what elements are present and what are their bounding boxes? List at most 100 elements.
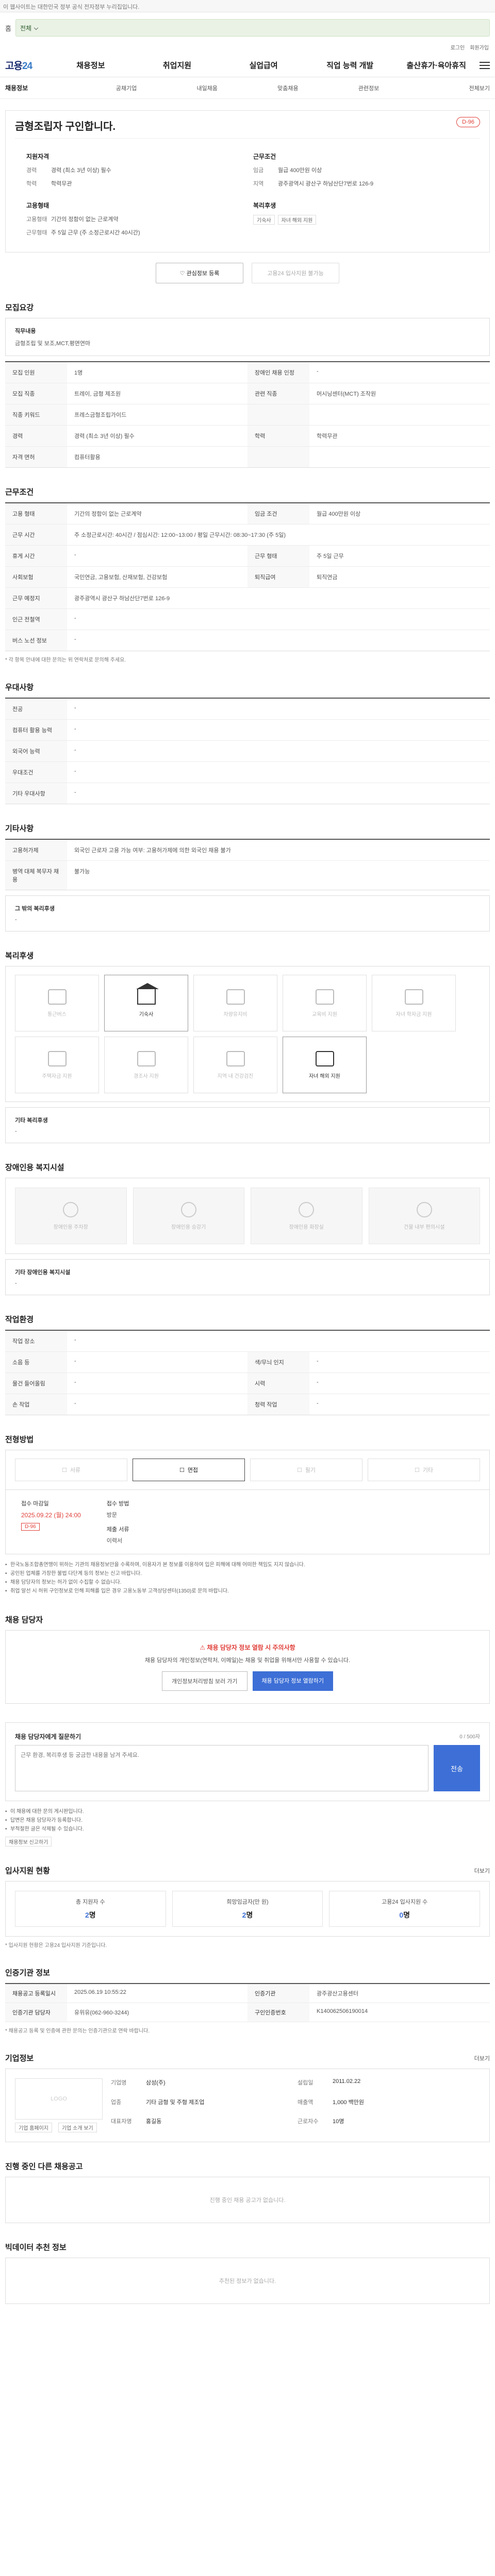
privacy-policy-button[interactable]: 개인정보처리방침 보러 가기 [161, 1671, 248, 1691]
stat-value: 0명 [399, 1910, 410, 1920]
cert-row: 인증기관 담당자 유위유(062-960-3244) [5, 2003, 248, 2022]
inquiry-title: 채용 담당자에게 질문하기 [15, 1733, 81, 1740]
search-scope-select[interactable]: 전체 [20, 24, 38, 32]
table-row: 손 작업 - 청력 작업 - [5, 1394, 490, 1415]
section-title: 작업환경 [5, 1315, 34, 1324]
stat-number: 0 [399, 1911, 404, 1919]
row-value: - [74, 1358, 76, 1364]
row-value: 광주광역시 광산구 하남산단7번로 126-9 [74, 596, 170, 602]
row-label: 고용허가제 [5, 840, 67, 860]
gnb-item-jobs[interactable]: 채용정보 [47, 60, 134, 71]
company-section: 기업정보 더보기 LOGO 기업 홈페이지 기업 소개 보기 기업명 삼성(주) 설립… [5, 2053, 490, 2142]
inquiry-input[interactable] [15, 1745, 428, 1791]
local-nav: 채용정보 공채기업 내일채움 맞춤채용 관련정보 전체보기 [0, 77, 495, 99]
apply-method: 방문 [106, 1512, 118, 1518]
welfare-icon [404, 989, 423, 1005]
hamburger-menu-icon[interactable] [480, 61, 490, 69]
lnb-item-all[interactable]: 전체보기 [409, 84, 490, 92]
search-box[interactable]: 전체 [15, 19, 490, 37]
qual-heading: 지원자격 [26, 153, 50, 160]
table-row: 모집 인원 1명 장애인 채용 인정 - [5, 362, 490, 383]
welfare-item: 주택자금 지원 [15, 1037, 99, 1093]
welfare-icon [137, 1050, 156, 1066]
gnb-item-training[interactable]: 직업 능력 개발 [307, 60, 393, 71]
disabled-label: 장애인용 승강기 [171, 1224, 206, 1230]
row-label: 경력 [5, 426, 67, 446]
cert-label: 채용공고 등록일시 [5, 1984, 67, 2003]
gnb-item-unemployment[interactable]: 실업급여 [220, 60, 307, 71]
apply-button[interactable]: 고용24 입사지원 불가능 [252, 263, 339, 283]
table-row: 모집 직종 트레이, 금형 제조원 관련 직종 머시닝센터(MCT) 조작원 [5, 383, 490, 404]
table-row: 자격 면허 컴퓨터활용 [5, 447, 490, 467]
join-link[interactable]: 회원가입 [470, 43, 489, 54]
recommend-section: 빅데이터 추천 정보 추천된 정보가 없습니다. [5, 2242, 490, 2304]
lnb-item-public[interactable]: 공채기업 [86, 84, 167, 92]
company-label: 매출액 [298, 2099, 314, 2106]
welfare-icon [315, 989, 334, 1005]
row-label: 근무 형태 [248, 546, 309, 566]
cert-value: K140062506190014 [317, 2008, 368, 2014]
pref-table: 전공 - 컴퓨터 활용 능력 - 외국어 능력 - 우대조건 - 기타 우대사항 - [5, 698, 490, 804]
site-logo[interactable]: 고용24 [5, 58, 32, 72]
company-home-button[interactable]: 기업 홈페이지 [15, 2123, 52, 2132]
welfare-icon [136, 982, 159, 1005]
welfare-item: 지역 내 건강검진 [193, 1037, 277, 1093]
home-link[interactable]: 홈 [5, 23, 11, 33]
company-intro-button[interactable]: 기업 소개 보기 [58, 2123, 97, 2132]
gnb-item-leave[interactable]: 출산휴가·육아휴직 [393, 60, 480, 71]
apply-method-tabs: ☐ 서류 ☐ 면접 ☐ 필기 ☐ 기타 [5, 1450, 490, 1489]
table-row: 소음 등 - 색/무늬 인지 - [5, 1352, 490, 1373]
cert-label: 구인인증번호 [248, 2003, 309, 2022]
send-button[interactable]: 전송 [434, 1745, 480, 1791]
login-link[interactable]: 로그인 [451, 43, 465, 54]
row-value: 1명 [74, 370, 83, 376]
section-title: 기타사항 [5, 824, 34, 833]
welf-tag: 자녀 해외 지원 [277, 215, 317, 225]
welfare-icon [315, 1050, 334, 1066]
row-label: 자격 면허 [5, 447, 67, 467]
row-label: 고용 형태 [5, 503, 67, 524]
section-title: 진행 중인 다른 채용공고 [5, 2162, 83, 2171]
apply-info: 접수 마감일 2025.09.22 (월) 24:00 D-96 접수 방법 방… [5, 1489, 490, 1554]
view-contact-button[interactable]: 채용 담당자 정보 열람하기 [252, 1671, 334, 1691]
table-row: 작업 장소 - [5, 1331, 490, 1352]
welfare-item: 자녀 해외 지원 [283, 1037, 367, 1093]
row-value: - [74, 1400, 76, 1406]
more-link[interactable]: 더보기 [474, 2054, 490, 2062]
accessibility-icon [63, 1201, 79, 1217]
gnb-item-support[interactable]: 취업지원 [134, 60, 221, 71]
row-value: 월급 400만원 이상 [317, 511, 361, 517]
company-label: 대표자명 [111, 2119, 132, 2125]
lnb-item-custom[interactable]: 맞춤채용 [248, 84, 328, 92]
row-value: 컴퓨터활용 [74, 454, 101, 461]
row-label: 전공 [5, 699, 67, 719]
welfare-icon [226, 1050, 245, 1066]
favorite-button[interactable]: ♡ 관심정보 등록 [156, 263, 243, 283]
welfare-icon [47, 989, 67, 1005]
row-value: - [74, 768, 76, 774]
report-button[interactable]: 채용정보 신고하기 [5, 1837, 52, 1846]
lnb-item-jobs[interactable]: 채용정보 [5, 83, 86, 92]
tab-written: ☐ 필기 [250, 1459, 362, 1481]
welfare-label: 차량유지비 [223, 1011, 248, 1018]
stat-value: 2명 [85, 1910, 96, 1920]
more-link[interactable]: 더보기 [474, 1867, 490, 1875]
disabled-item: 장애인용 주차장 [15, 1188, 127, 1244]
lnb-item-tomorrow[interactable]: 내일채움 [167, 84, 248, 92]
row-label: 병역 대체 복무자 채용 [5, 861, 67, 890]
apply-section: 전형방법 ☐ 서류 ☐ 면접 ☐ 필기 ☐ 기타 접수 마감일 2025.09.… [5, 1434, 490, 1596]
company-value: 2011.02.22 [333, 2078, 361, 2084]
lnb-item-related[interactable]: 관련정보 [328, 84, 409, 92]
company-label: 기업명 [111, 2080, 127, 2086]
welfare-label: 자녀 해외 지원 [309, 1073, 340, 1079]
section-title: 전형방법 [5, 1435, 34, 1444]
company-label: 업종 [111, 2099, 122, 2106]
note-item: 부적절한 글은 삭제될 수 있습니다. [5, 1825, 490, 1834]
row-value: 머시닝센터(MCT) 조작원 [317, 391, 376, 397]
accessibility-icon [416, 1201, 432, 1217]
company-value: 홍길동 [146, 2119, 162, 2125]
cert-row: 인증기관 광주광산고용센터 [248, 1984, 490, 2003]
row-label: 임금 조건 [248, 503, 309, 524]
table-row: 컴퓨터 활용 능력 - [5, 720, 490, 741]
row-value: 기간의 정함이 없는 근로계약 [74, 511, 142, 517]
